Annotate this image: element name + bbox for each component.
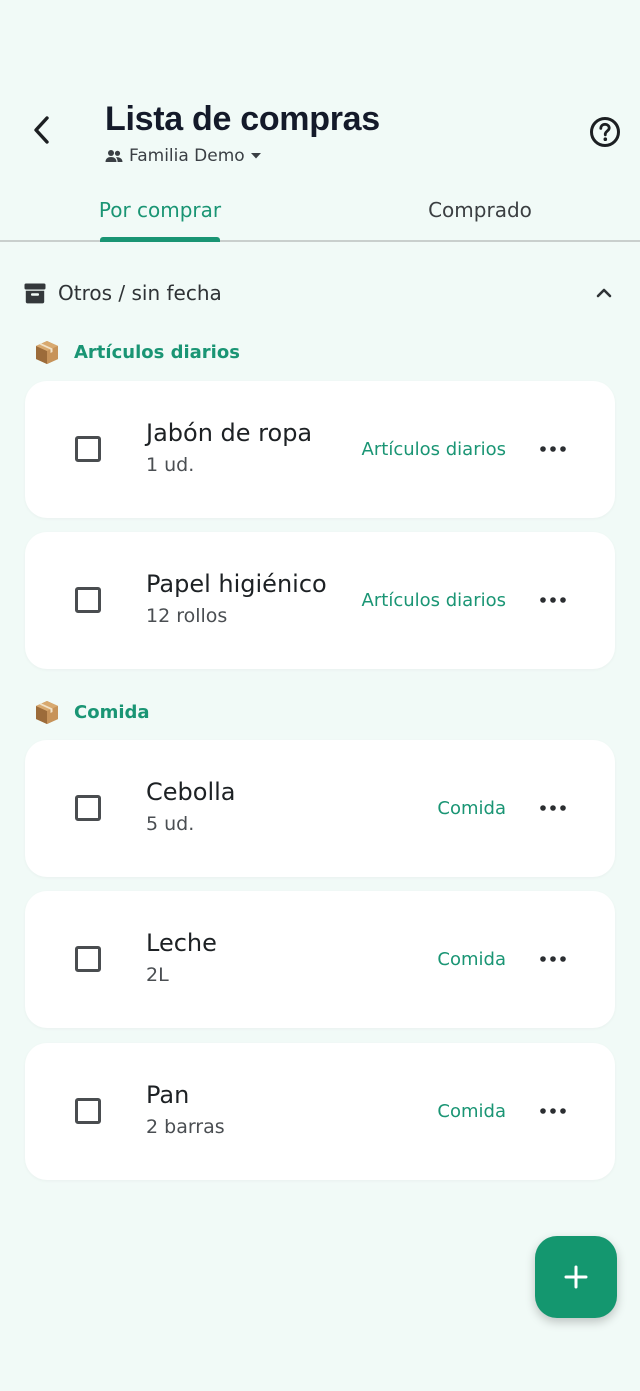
item-name: Leche	[146, 929, 217, 957]
section-header[interactable]: Otros / sin fecha	[24, 276, 616, 310]
tab-comprado[interactable]: Comprado	[320, 180, 640, 240]
more-horizontal-icon	[540, 805, 566, 811]
item-name: Pan	[146, 1081, 190, 1109]
item-category: Artículos diarios	[361, 590, 506, 611]
more-horizontal-icon	[540, 956, 566, 962]
item-name: Papel higiénico	[146, 570, 327, 598]
package-icon	[36, 341, 58, 364]
list-item[interactable]: Pan 2 barras Comida	[25, 1043, 615, 1180]
item-category: Comida	[437, 1101, 506, 1122]
list-item[interactable]: Leche 2L Comida	[25, 891, 615, 1028]
group-title: Artículos diarios	[74, 341, 240, 363]
list-item[interactable]: Jabón de ropa 1 ud. Artículos diarios	[25, 381, 615, 518]
group-title: Comida	[74, 701, 150, 723]
item-quantity: 2L	[146, 964, 169, 986]
more-options-button[interactable]	[535, 584, 571, 616]
item-checkbox[interactable]	[75, 795, 101, 821]
item-quantity: 5 ud.	[146, 813, 195, 835]
more-options-button[interactable]	[535, 1095, 571, 1127]
group-header-comida: Comida	[34, 697, 150, 727]
more-horizontal-icon	[540, 597, 566, 603]
plus-icon	[564, 1265, 588, 1289]
collapse-chevron-icon[interactable]	[592, 281, 616, 305]
more-horizontal-icon	[540, 1108, 566, 1114]
item-checkbox[interactable]	[75, 1098, 101, 1124]
back-button[interactable]	[20, 108, 64, 152]
item-category: Comida	[437, 949, 506, 970]
package-icon	[36, 701, 58, 724]
item-name: Jabón de ropa	[146, 419, 313, 447]
more-options-button[interactable]	[535, 943, 571, 975]
section-title: Otros / sin fecha	[58, 281, 222, 305]
family-selector[interactable]: Familia Demo	[105, 143, 261, 169]
item-quantity: 1 ud.	[146, 454, 195, 476]
tab-bar: Por comprar Comprado	[0, 180, 640, 242]
people-icon	[105, 150, 123, 162]
add-item-button[interactable]	[535, 1236, 617, 1318]
item-category: Comida	[437, 798, 506, 819]
list-item[interactable]: Cebolla 5 ud. Comida	[25, 740, 615, 877]
item-checkbox[interactable]	[75, 436, 101, 462]
item-quantity: 2 barras	[146, 1116, 225, 1138]
item-checkbox[interactable]	[75, 587, 101, 613]
group-header-articulos-diarios: Artículos diarios	[34, 337, 240, 367]
help-button[interactable]	[584, 111, 626, 153]
tab-por-comprar[interactable]: Por comprar	[0, 180, 320, 240]
item-quantity: 12 rollos	[146, 605, 228, 627]
dropdown-caret-icon	[250, 153, 261, 159]
active-tab-indicator	[100, 237, 220, 242]
more-horizontal-icon	[540, 446, 566, 452]
more-options-button[interactable]	[535, 433, 571, 465]
back-arrow-icon	[34, 116, 49, 144]
archive-box-icon	[24, 283, 46, 303]
more-options-button[interactable]	[535, 792, 571, 824]
item-checkbox[interactable]	[75, 946, 101, 972]
item-category: Artículos diarios	[361, 439, 506, 460]
page-title: Lista de compras	[105, 100, 380, 138]
list-item[interactable]: Papel higiénico 12 rollos Artículos diar…	[25, 532, 615, 669]
app-screen: Lista de compras Familia Demo Por compra…	[0, 0, 640, 1391]
help-circle-icon	[590, 117, 620, 147]
item-name: Cebolla	[146, 778, 236, 806]
family-name: Familia Demo	[129, 146, 245, 166]
